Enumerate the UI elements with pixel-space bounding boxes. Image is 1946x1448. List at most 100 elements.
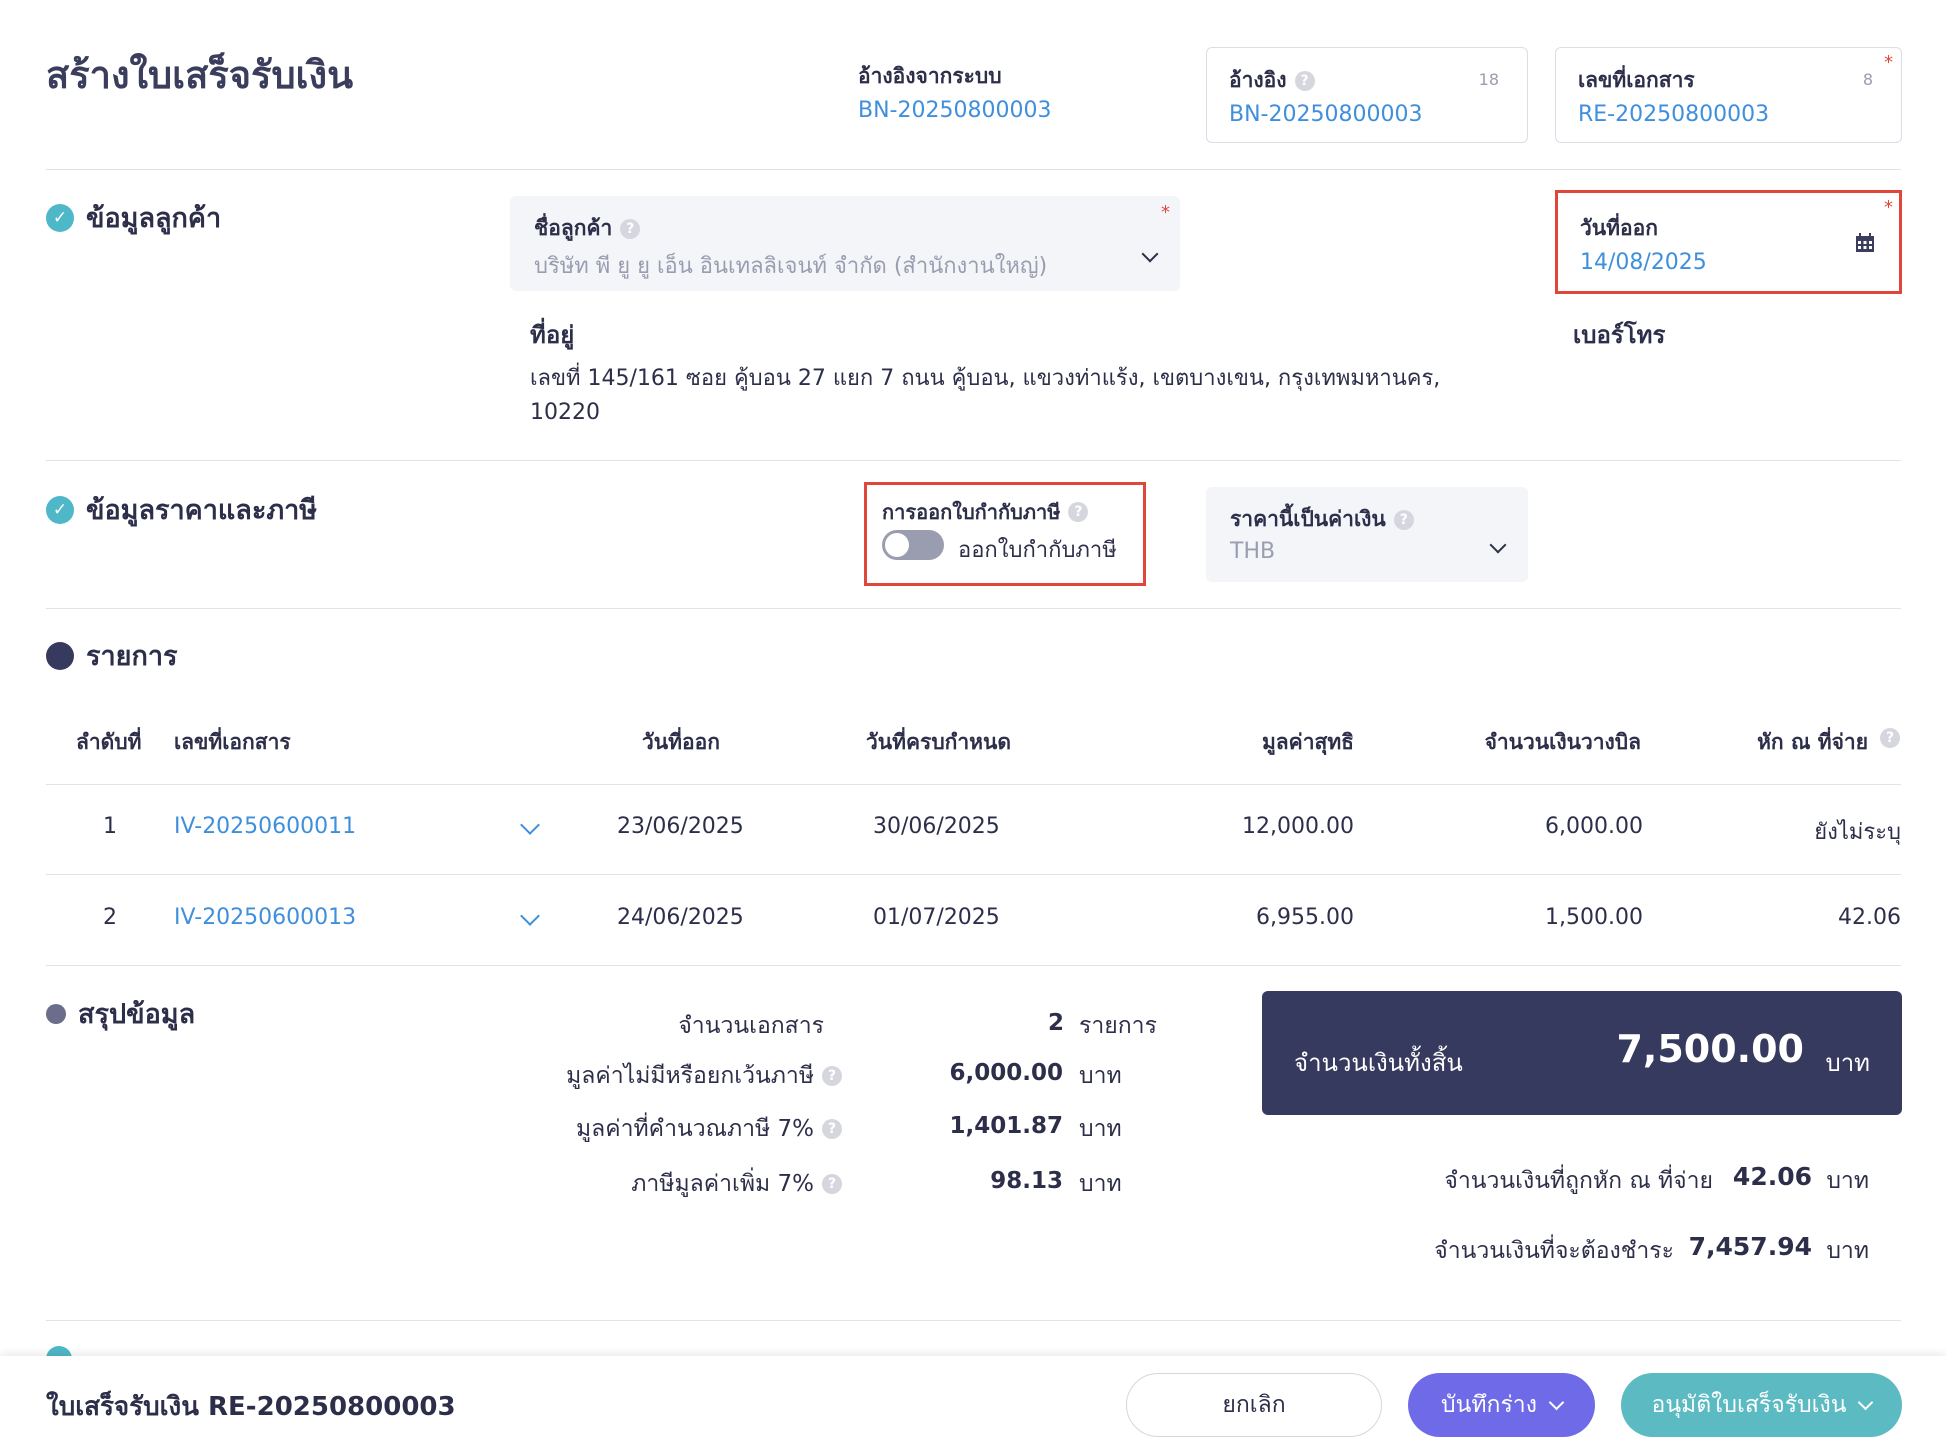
help-icon[interactable]: ? xyxy=(822,1066,842,1086)
help-icon[interactable]: ? xyxy=(1068,502,1089,522)
currency-value: THB xyxy=(1230,539,1276,564)
footer-doc-title: ใบเสร็จรับเงิน RE-20250800003 xyxy=(46,1392,456,1422)
currency-unit: บาท xyxy=(1079,1063,1122,1089)
currency-unit: บาท xyxy=(1079,1171,1122,1197)
wht-total-value: 42.06 xyxy=(1732,1162,1812,1191)
address-line-1: เลขที่ 145/161 ซอย คู้บอน 27 แยก 7 ถนน ค… xyxy=(530,366,1441,391)
divider xyxy=(46,784,1901,785)
system-ref-value: BN-20250800003 xyxy=(858,98,1052,123)
items-section-label: รายการ xyxy=(86,641,178,672)
row-due-date: 01/07/2025 xyxy=(873,905,1000,930)
doc-no-value[interactable]: RE-20250800003 xyxy=(1578,102,1769,127)
summary-section-title: สรุปข้อมูล xyxy=(46,992,195,1035)
total-unit: บาท xyxy=(1825,1049,1870,1077)
tax-invoice-label-wrap: การออกใบกำกับภาษี ? xyxy=(882,496,1089,528)
divider xyxy=(46,1320,1901,1321)
cancel-button[interactable]: ยกเลิก xyxy=(1126,1373,1382,1437)
ref-field[interactable]: อ้างอิง ? 18 BN-20250800003 xyxy=(1206,47,1528,143)
wht-total-label: จำนวนเงินที่ถูกหัก ณ ที่จ่าย xyxy=(1444,1168,1713,1194)
doc-no-char-count: 8 xyxy=(1862,70,1873,89)
column-header: วันที่ออก xyxy=(642,730,720,754)
currency-unit: บาท xyxy=(1826,1168,1869,1194)
chevron-down-icon xyxy=(1489,536,1507,554)
chevron-down-icon xyxy=(1858,1394,1874,1411)
column-header: วันที่ครบกำหนด xyxy=(866,730,1011,754)
tax-invoice-toggle-label[interactable]: ออกใบกำกับภาษี xyxy=(958,532,1117,567)
row-net-value: 12,000.00 xyxy=(1242,814,1354,839)
issue-date-value[interactable]: 14/08/2025 xyxy=(1580,250,1707,275)
help-icon[interactable]: ? xyxy=(822,1174,842,1194)
chevron-down-icon xyxy=(1141,245,1159,263)
help-icon[interactable]: ? xyxy=(1393,509,1414,530)
chevron-down-icon[interactable] xyxy=(520,815,540,835)
issue-date-field[interactable]: วันที่ออก 14/08/2025 * xyxy=(1555,190,1902,294)
vat-base-value: 1,401.87 xyxy=(949,1113,1064,1139)
currency-label-wrap: ราคานี้เป็นค่าเงิน ? xyxy=(1230,503,1414,536)
customer-name-label-wrap: ชื่อลูกค้า ? xyxy=(534,212,641,245)
check-icon: ✓ xyxy=(46,203,74,232)
ref-field-label-wrap: อ้างอิง ? xyxy=(1229,64,1315,97)
phone-label: เบอร์โทร xyxy=(1573,321,1666,349)
approve-receipt-button[interactable]: อนุมัติใบเสร็จรับเงิน xyxy=(1621,1373,1902,1437)
issue-date-label: วันที่ออก xyxy=(1580,216,1658,240)
payable-label: จำนวนเงินที่จะต้องชำระ xyxy=(1434,1238,1674,1264)
calendar-icon[interactable] xyxy=(1855,233,1875,253)
customer-section-label: ข้อมูลลูกค้า xyxy=(86,203,222,234)
chevron-down-icon[interactable] xyxy=(520,906,540,926)
system-ref-label: อ้างอิงจากระบบ xyxy=(858,64,1002,88)
help-icon[interactable]: ? xyxy=(620,218,641,239)
row-issue-date: 24/06/2025 xyxy=(617,905,744,930)
column-header: หัก ณ ที่จ่าย xyxy=(1757,730,1868,754)
doc-count-label: จำนวนเอกสาร xyxy=(678,1013,824,1039)
footer-bar: ใบเสร็จรับเงิน RE-20250800003 ยกเลิก บัน… xyxy=(0,1356,1946,1448)
bullet-icon xyxy=(46,641,74,670)
ref-field-label: อ้างอิง xyxy=(1229,68,1287,92)
page-title: สร้างใบเสร็จรับเงิน xyxy=(46,53,354,97)
help-icon[interactable]: ? xyxy=(822,1119,842,1139)
customer-section-title: ✓ ข้อมูลลูกค้า xyxy=(46,196,221,239)
divider xyxy=(46,965,1901,966)
address-line-2: 10220 xyxy=(530,400,600,425)
summary-section-label: สรุปข้อมูล xyxy=(78,999,196,1030)
currency-label: ราคานี้เป็นค่าเงิน xyxy=(1230,507,1386,531)
currency-unit: บาท xyxy=(1826,1238,1869,1264)
row-billed-amount: 1,500.00 xyxy=(1545,905,1643,930)
doc-no-field[interactable]: เลขที่เอกสาร 8 RE-20250800003 * xyxy=(1555,47,1902,143)
vat-base-label-wrap: มูลค่าที่คำนวณภาษี 7% ? xyxy=(576,1111,842,1147)
row-number: 2 xyxy=(103,905,117,930)
help-icon[interactable]: ? xyxy=(1294,70,1315,91)
required-mark: * xyxy=(1161,202,1170,223)
row-doc-link[interactable]: IV-20250600013 xyxy=(174,905,356,930)
help-icon[interactable]: ? xyxy=(1880,728,1900,748)
save-draft-button[interactable]: บันทึกร่าง xyxy=(1408,1373,1595,1437)
ref-char-count: 18 xyxy=(1478,70,1499,89)
cancel-button-label: ยกเลิก xyxy=(1222,1392,1286,1418)
total-label: จำนวนเงินทั้งสิ้น xyxy=(1294,1049,1463,1077)
customer-name-value: บริษัท พี ยู ยู เอ็น อินเทลลิเจนท์ จำกัด… xyxy=(534,254,1048,279)
divider xyxy=(46,169,1901,170)
column-header: จำนวนเงินวางบิล xyxy=(1484,730,1641,754)
tax-invoice-label: การออกใบกำกับภาษี xyxy=(882,500,1061,524)
vat-base-label: มูลค่าที่คำนวณภาษี 7% xyxy=(575,1116,814,1142)
non-vat-value: 6,000.00 xyxy=(949,1060,1064,1086)
ref-field-value[interactable]: BN-20250800003 xyxy=(1229,102,1422,127)
row-issue-date: 23/06/2025 xyxy=(617,814,744,839)
column-header: เลขที่เอกสาร xyxy=(174,730,291,754)
tax-invoice-toggle[interactable] xyxy=(882,530,944,560)
column-header: ลำดับที่ xyxy=(76,730,142,754)
currency-select[interactable]: ราคานี้เป็นค่าเงิน ? THB xyxy=(1206,487,1528,582)
customer-name-label: ชื่อลูกค้า xyxy=(534,216,613,240)
total-value: 7,500.00 xyxy=(1616,1027,1804,1071)
customer-name-select[interactable]: ชื่อลูกค้า ? บริษัท พี ยู ยู เอ็น อินเทล… xyxy=(510,196,1180,291)
row-doc-link[interactable]: IV-20250600011 xyxy=(174,814,356,839)
currency-unit: บาท xyxy=(1079,1116,1122,1142)
row-number: 1 xyxy=(103,814,117,839)
row-withholding: ยังไม่ระบุ xyxy=(1814,820,1901,845)
divider xyxy=(46,608,1901,609)
row-net-value: 6,955.00 xyxy=(1256,905,1354,930)
pricing-section-label: ข้อมูลราคาและภาษี xyxy=(86,495,318,526)
bullet-icon xyxy=(46,1003,66,1024)
payable-value: 7,457.94 xyxy=(1688,1232,1812,1261)
chevron-down-icon xyxy=(1548,1394,1565,1411)
vat-label: ภาษีมูลค่าเพิ่ม 7% xyxy=(631,1171,814,1197)
